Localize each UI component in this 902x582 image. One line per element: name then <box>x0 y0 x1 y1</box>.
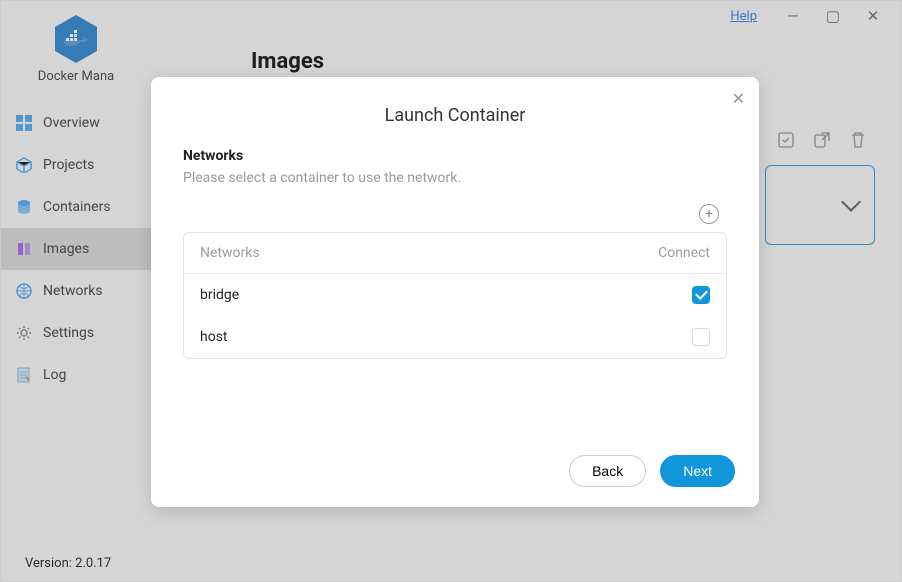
section-subtitle: Please select a container to use the net… <box>183 170 727 186</box>
networks-table: Networks Connect bridge host <box>183 232 727 359</box>
table-row: host <box>184 316 726 358</box>
modal-title: Launch Container <box>151 105 759 126</box>
back-button[interactable]: Back <box>569 455 646 487</box>
section-title: Networks <box>183 148 727 164</box>
connect-checkbox[interactable] <box>692 286 710 304</box>
table-row: bridge <box>184 274 726 316</box>
next-button[interactable]: Next <box>660 455 735 487</box>
launch-container-modal: ✕ Launch Container Networks Please selec… <box>151 77 759 507</box>
col-networks: Networks <box>200 245 260 261</box>
modal-close-icon[interactable]: ✕ <box>732 89 745 108</box>
network-name: bridge <box>200 287 239 303</box>
col-connect: Connect <box>658 245 710 261</box>
network-name: host <box>200 329 228 345</box>
add-network-button[interactable]: + <box>699 204 719 224</box>
connect-checkbox[interactable] <box>692 328 710 346</box>
